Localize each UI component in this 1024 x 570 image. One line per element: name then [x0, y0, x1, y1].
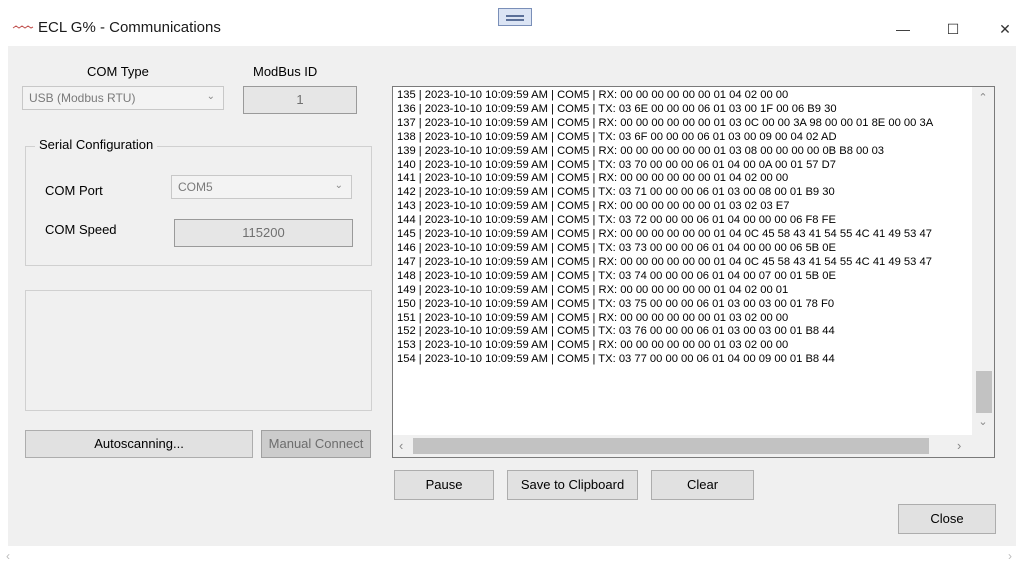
chevron-down-icon: ⌄	[206, 91, 215, 102]
chevron-down-icon: ⌄	[334, 180, 343, 191]
close-button[interactable]: Close	[898, 504, 996, 534]
log-line: 154 | 2023-10-10 10:09:59 AM | COM5 | TX…	[397, 353, 835, 366]
log-line: 137 | 2023-10-10 10:09:59 AM | COM5 | RX…	[397, 116, 934, 129]
drag-handle-icon[interactable]	[498, 8, 532, 26]
save-clipboard-button[interactable]: Save to Clipboard	[507, 470, 638, 500]
status-group	[25, 290, 372, 411]
log-line: 153 | 2023-10-10 10:09:59 AM | COM5 | RX…	[397, 339, 789, 352]
log-line: 135 | 2023-10-10 10:09:59 AM | COM5 | RX…	[397, 89, 789, 101]
log-vertical-scrollbar[interactable]: ⌃ ⌄	[972, 87, 994, 435]
log-line: 142 | 2023-10-10 10:09:59 AM | COM5 | TX…	[397, 186, 835, 199]
com-port-value: COM5	[178, 180, 213, 194]
log-list[interactable]: 135 | 2023-10-10 10:09:59 AM | COM5 | RX…	[392, 86, 995, 458]
window-scroll-right-icon[interactable]: ›	[1008, 549, 1012, 563]
log-vertical-thumb[interactable]	[976, 371, 992, 413]
window-scroll-left-icon[interactable]: ‹	[6, 549, 10, 563]
window-title: ECL G% - Communications	[38, 19, 221, 36]
log-horizontal-scrollbar[interactable]: ‹ ›	[393, 435, 974, 457]
modbus-id-field[interactable]: 1	[243, 86, 357, 114]
com-type-label: COM Type	[87, 64, 149, 79]
scroll-down-icon[interactable]: ⌄	[972, 415, 994, 428]
app-logo-icon	[12, 25, 34, 29]
log-line: 140 | 2023-10-10 10:09:59 AM | COM5 | TX…	[397, 158, 836, 171]
autoscan-button[interactable]: Autoscanning...	[25, 430, 253, 458]
log-line: 141 | 2023-10-10 10:09:59 AM | COM5 | RX…	[397, 172, 789, 185]
serial-config-title: Serial Configuration	[35, 137, 158, 152]
manual-connect-button[interactable]: Manual Connect	[261, 430, 371, 458]
log-line: 150 | 2023-10-10 10:09:59 AM | COM5 | TX…	[397, 297, 835, 310]
log-line: 138 | 2023-10-10 10:09:59 AM | COM5 | TX…	[397, 130, 837, 143]
com-port-label: COM Port	[45, 183, 103, 198]
minimize-button[interactable]: —	[880, 14, 926, 44]
scroll-left-icon[interactable]: ‹	[399, 438, 403, 453]
log-line: 136 | 2023-10-10 10:09:59 AM | COM5 | TX…	[397, 102, 837, 115]
window-horizontal-scrollbar[interactable]: ‹ ›	[0, 546, 1024, 566]
com-speed-field[interactable]: 115200	[174, 219, 353, 247]
log-line: 147 | 2023-10-10 10:09:59 AM | COM5 | RX…	[397, 255, 932, 268]
log-line: 139 | 2023-10-10 10:09:59 AM | COM5 | RX…	[397, 144, 885, 157]
log-line: 144 | 2023-10-10 10:09:59 AM | COM5 | TX…	[397, 214, 836, 227]
maximize-button[interactable]: ☐	[930, 14, 976, 44]
com-speed-label: COM Speed	[45, 222, 117, 237]
serial-config-group	[25, 146, 372, 266]
modbus-id-label: ModBus ID	[253, 64, 318, 79]
com-port-select[interactable]: COM5 ⌄	[171, 175, 352, 199]
log-line: 152 | 2023-10-10 10:09:59 AM | COM5 | TX…	[397, 325, 835, 338]
title-bar[interactable]: ECL G% - Communications — ☐ ✕	[0, 0, 1024, 46]
scroll-right-icon[interactable]: ›	[957, 438, 961, 453]
log-lines: 135 | 2023-10-10 10:09:59 AM | COM5 | RX…	[397, 89, 971, 423]
log-line: 145 | 2023-10-10 10:09:59 AM | COM5 | RX…	[397, 228, 932, 241]
com-type-select[interactable]: USB (Modbus RTU) ⌄	[22, 86, 224, 110]
log-line: 151 | 2023-10-10 10:09:59 AM | COM5 | RX…	[397, 311, 789, 324]
scroll-up-icon[interactable]: ⌃	[972, 91, 994, 104]
scroll-corner	[972, 435, 994, 457]
pause-button[interactable]: Pause	[394, 470, 494, 500]
clear-button[interactable]: Clear	[651, 470, 754, 500]
log-horizontal-thumb[interactable]	[413, 438, 929, 454]
log-line: 148 | 2023-10-10 10:09:59 AM | COM5 | TX…	[397, 269, 836, 282]
close-window-button[interactable]: ✕	[982, 14, 1024, 44]
log-line: 146 | 2023-10-10 10:09:59 AM | COM5 | TX…	[397, 241, 836, 254]
log-line: 143 | 2023-10-10 10:09:59 AM | COM5 | RX…	[397, 200, 790, 213]
log-line: 149 | 2023-10-10 10:09:59 AM | COM5 | RX…	[397, 283, 789, 296]
com-type-value: USB (Modbus RTU)	[29, 91, 136, 105]
